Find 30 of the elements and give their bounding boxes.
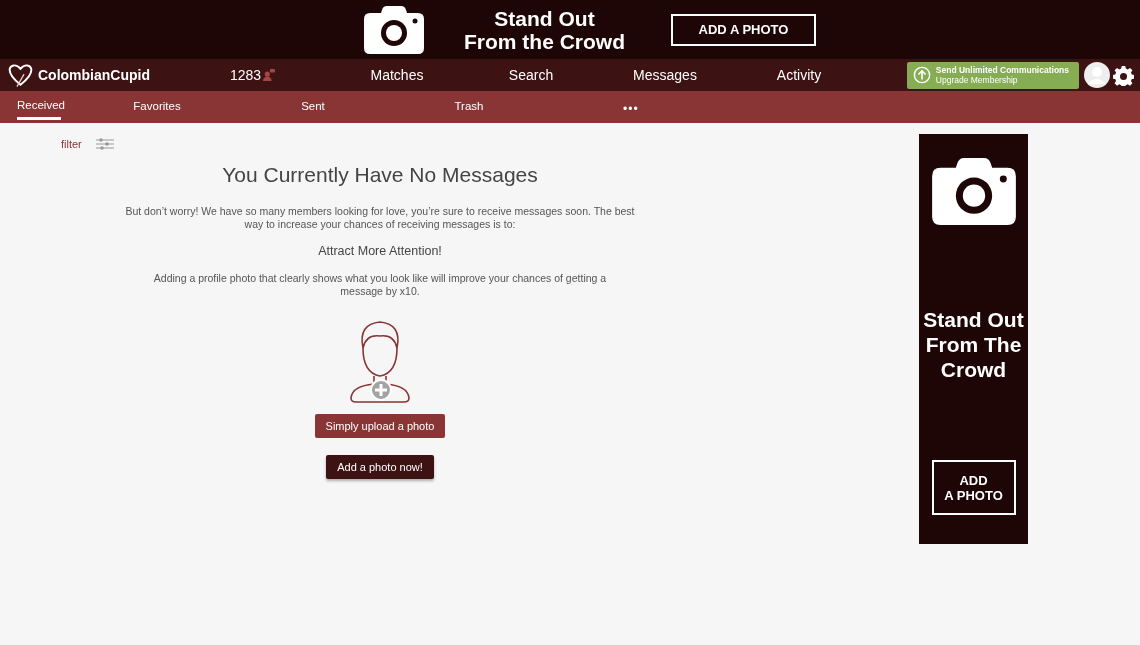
filter-link[interactable]: filter: [61, 138, 82, 150]
more-button[interactable]: •••: [623, 98, 639, 116]
nav-link[interactable]: Search: [464, 67, 598, 83]
avatar-icon: [1084, 62, 1110, 88]
ad-headline: Stand Out From The Crowd: [923, 307, 1024, 382]
add-photo-button[interactable]: Add a photo now!: [326, 455, 434, 479]
heart-logo-icon: [8, 63, 33, 87]
tab[interactable]: Trash: [391, 93, 547, 121]
upgrade-title: Send Unlimited Communications: [935, 65, 1069, 75]
settings-icon: [1113, 64, 1134, 86]
empty-title: You Currently Have No Messages: [222, 163, 538, 187]
logo-text[interactable]: ColombianCupid: [38, 67, 150, 83]
empty-detail: Adding a profile photo that clearly shows what you look like will improve your chances of getting a message by x10.: [152, 272, 608, 298]
tab[interactable]: Sent: [235, 93, 391, 121]
add-photo-button[interactable]: ADD A PHOTO: [671, 13, 816, 46]
filter-sliders-icon: [95, 138, 114, 150]
tab[interactable]: Favorites: [79, 93, 235, 121]
nav-link[interactable]: Matches: [330, 67, 464, 83]
nav-link[interactable]: Activity: [732, 67, 866, 83]
upgrade-subtitle: Upgrade Membership: [935, 75, 1019, 85]
ad-headline: Stand Out From the Crowd: [464, 6, 625, 53]
upload-photo-button[interactable]: Simply upload a photo: [314, 414, 446, 438]
online-count[interactable]: 1283: [230, 67, 262, 83]
nav-link[interactable]: Messages: [598, 67, 732, 83]
empty-text: But don’t worry! We have so many members looking for love, you’re sure to receive messages soon. The best way to increase your chances of receiving messages is to:: [124, 205, 636, 231]
add-photo-button[interactable]: ADD A PHOTO: [931, 460, 1016, 515]
empty-subtitle: Attract More Attention!: [318, 244, 442, 258]
camera-icon: [364, 5, 424, 54]
camera-icon: [931, 158, 1016, 225]
people-icon: [263, 69, 276, 81]
